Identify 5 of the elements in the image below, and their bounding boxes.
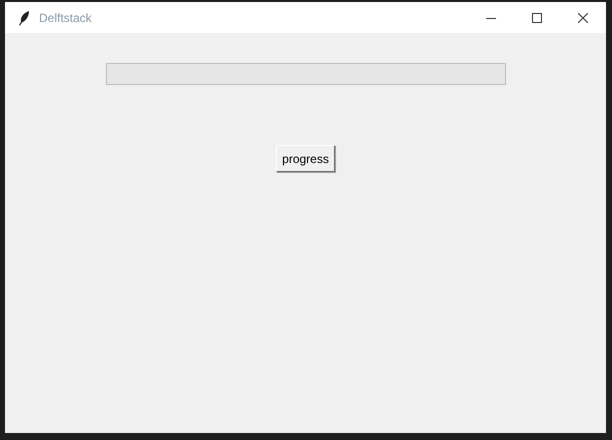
close-icon [578,12,588,22]
window-title: Delftstack [39,10,92,26]
feather-icon [17,10,31,26]
progress-button[interactable]: progress [276,145,335,172]
maximize-icon [532,12,542,22]
